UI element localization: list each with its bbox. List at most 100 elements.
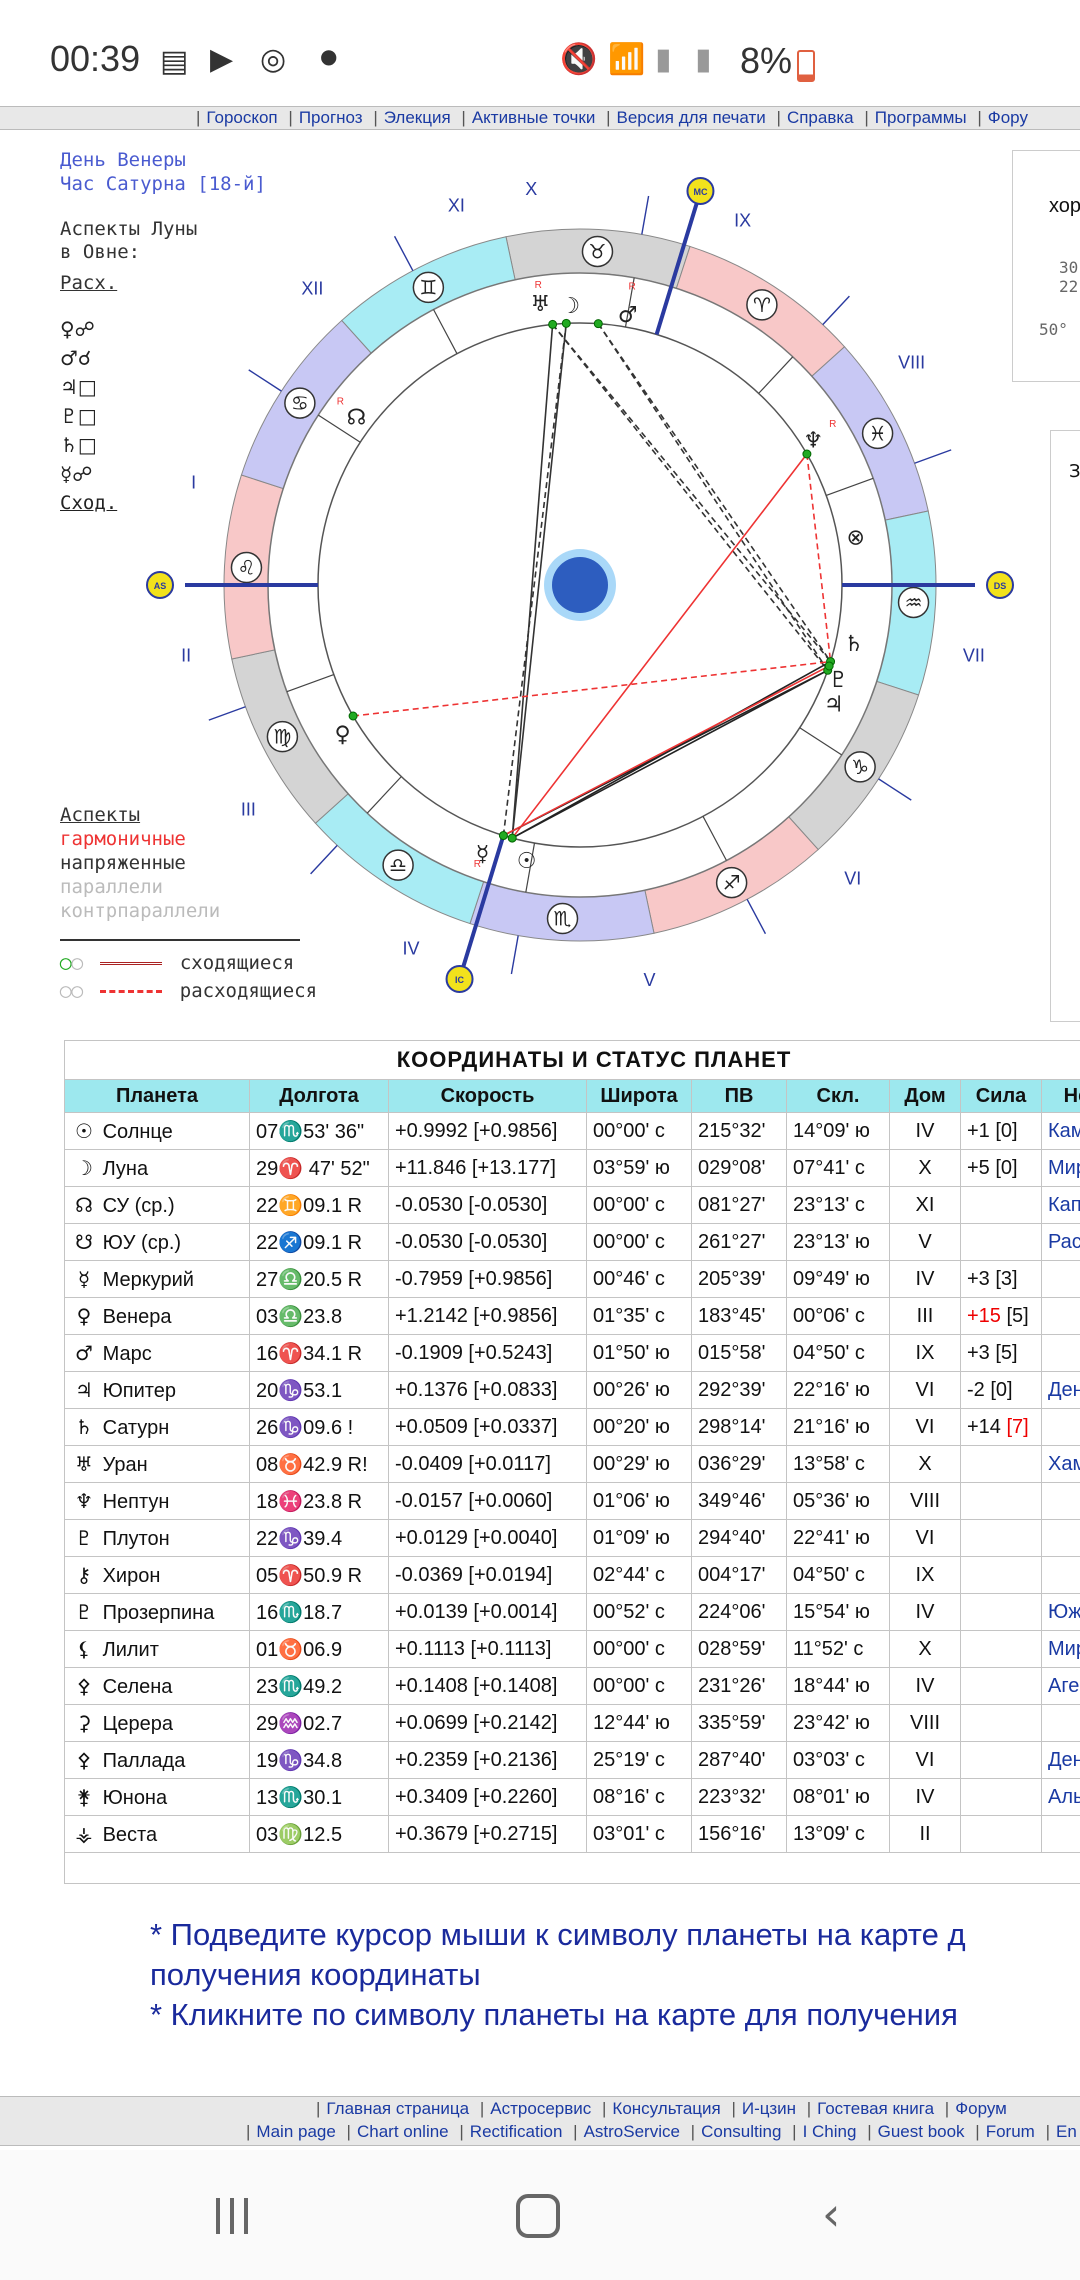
zodiac-sign-icon[interactable]: ♊ (419, 275, 437, 299)
fixed-star-link[interactable]: Камба (1041, 1112, 1080, 1150)
latitude-cell: 00°00' с (586, 1186, 692, 1224)
menu-programs[interactable]: Программы (875, 108, 967, 127)
footer-guestbook[interactable]: Guest book (878, 2122, 965, 2141)
menu-forecast[interactable]: Прогноз (299, 108, 363, 127)
fixed-star-link[interactable]: Хамал (1041, 1445, 1080, 1483)
fixed-star-link[interactable]: Альфе (1041, 1778, 1080, 1816)
planet-cell[interactable]: ☉ Солнце (64, 1112, 250, 1150)
fixed-star-link[interactable] (1041, 1519, 1080, 1557)
planet-cell[interactable]: ♇ Плутон (64, 1519, 250, 1557)
planet-cell[interactable]: ♂ Марс (64, 1334, 250, 1372)
planet-saturn-icon[interactable]: ♄ (844, 632, 864, 657)
menu-forum[interactable]: Фору (988, 108, 1028, 127)
planet-cell[interactable]: ⚷ Хирон (64, 1556, 250, 1594)
menu-horoscope[interactable]: Гороскоп (206, 108, 277, 127)
planet-cell[interactable]: ⚵ Юнона (64, 1778, 250, 1816)
planet-jupiter-icon[interactable]: ♃ (824, 692, 844, 717)
planet-moon-icon[interactable]: ☽ (560, 294, 580, 319)
table-row: ⚸ Лилит 01♉06.9 +0.1113 [+0.1113] 00°00' с0… (64, 1630, 1080, 1668)
home-button[interactable] (516, 2194, 560, 2238)
planet-sun-icon[interactable]: ☉ (517, 849, 537, 874)
footer-consulting[interactable]: Consulting (701, 2122, 781, 2141)
planet-cell[interactable]: ⚳ Церера (64, 1704, 250, 1742)
planet-glyph-icon: ♇ (75, 1599, 93, 1624)
footer-iching[interactable]: I Ching (803, 2122, 857, 2141)
recent-apps-button[interactable] (212, 2198, 252, 2234)
fixed-star-link[interactable] (1041, 1815, 1080, 1853)
planet-cell[interactable]: ☋ ЮУ (ср.) (64, 1223, 250, 1261)
zodiac-sign-icon[interactable]: ♑ (851, 755, 869, 779)
zodiac-sign-icon[interactable]: ♋ (291, 391, 309, 415)
footer-rectification[interactable]: Rectification (470, 2122, 563, 2141)
zodiac-sign-icon[interactable]: ♌ (237, 556, 255, 580)
fixed-star-link[interactable]: Денеб (1041, 1741, 1080, 1779)
zodiac-sign-icon[interactable]: ♎ (389, 853, 407, 877)
planet-cell[interactable]: ☿ Меркурий (64, 1260, 250, 1298)
power-cell: -2 [0] (960, 1371, 1042, 1409)
back-button[interactable]: ‹ (822, 2191, 840, 2237)
zodiac-sign-icon[interactable]: ♓ (869, 421, 887, 445)
planet-mars-icon[interactable]: ♂ (618, 303, 638, 328)
pv-cell: 015°58' (691, 1334, 787, 1372)
menu-print-version[interactable]: Версия для печати (617, 108, 766, 127)
footer-iching-ru[interactable]: И-цзин (742, 2099, 796, 2118)
zodiac-sign-icon[interactable]: ♈ (753, 293, 771, 317)
planet-cell[interactable]: ⚶ Веста (64, 1815, 250, 1853)
zodiac-sign-icon[interactable]: ♐ (723, 871, 741, 895)
footer-en[interactable]: En (1056, 2122, 1077, 2141)
planet-cell[interactable]: ⚸ Лилит (64, 1630, 250, 1668)
menu-help[interactable]: Справка (787, 108, 854, 127)
planet-cell[interactable]: ♅ Уран (64, 1445, 250, 1483)
planet-venus-icon[interactable]: ♀ (334, 722, 350, 747)
zodiac-sign-icon[interactable]: ♉ (589, 239, 607, 263)
planet-cell[interactable]: ♃ Юпитер (64, 1371, 250, 1409)
zodiac-sign-icon[interactable]: ♍ (273, 725, 291, 749)
fixed-star-link[interactable]: Мирах (1041, 1630, 1080, 1668)
pv-cell: 215°32' (691, 1112, 787, 1150)
fixed-star-link[interactable] (1041, 1482, 1080, 1520)
footer-main-page-ru[interactable]: Главная страница (326, 2099, 469, 2118)
planet-node-icon[interactable]: ☊ (347, 405, 367, 430)
fixed-star-link[interactable] (1041, 1334, 1080, 1372)
planet-cell[interactable]: ♇ Прозерпина (64, 1593, 250, 1631)
planet-pluto-icon[interactable]: ♇ (829, 668, 849, 693)
planet-cell[interactable]: ☊ СУ (ср.) (64, 1186, 250, 1224)
footer-main-page[interactable]: Main page (256, 2122, 335, 2141)
footer-consulting-ru[interactable]: Консультация (612, 2099, 720, 2118)
declination-cell: 15°54' ю (786, 1593, 890, 1631)
fixed-star-link[interactable]: Денеб (1041, 1371, 1080, 1409)
planet-neptune-icon[interactable]: ♆ (803, 428, 823, 453)
footer-chart-online[interactable]: Chart online (357, 2122, 449, 2141)
planet-cell[interactable]: ⚴ Паллада (64, 1741, 250, 1779)
menu-election[interactable]: Элекция (384, 108, 451, 127)
footer-forum-ru[interactable]: Форум (955, 2099, 1007, 2118)
fixed-star-link[interactable]: Капел (1041, 1186, 1080, 1224)
fixed-star-link[interactable]: Южна (1041, 1593, 1080, 1631)
planet-cell[interactable]: ♆ Нептун (64, 1482, 250, 1520)
footer-astroservice-ru[interactable]: Астросервис (490, 2099, 591, 2118)
menu-active-points[interactable]: Активные точки (472, 108, 596, 127)
fixed-star-link[interactable]: Агена (1041, 1667, 1080, 1705)
footer-forum[interactable]: Forum (986, 2122, 1035, 2141)
footer-guestbook-ru[interactable]: Гостевая книга (817, 2099, 934, 2118)
planet-uranus-icon[interactable]: ♅ (530, 292, 550, 317)
planet-glyph-icon: ♆ (75, 1488, 93, 1513)
fixed-star-link[interactable] (1041, 1704, 1080, 1742)
fixed-star-link[interactable] (1041, 1297, 1080, 1335)
fixed-star-link[interactable]: Мирах (1041, 1149, 1080, 1187)
zodiac-sign-icon[interactable]: ♏ (554, 907, 572, 931)
earth-globe-icon[interactable] (552, 557, 608, 613)
declination-cell: 11°52' с (786, 1630, 890, 1668)
planet-cell[interactable]: ♄ Сатурн (64, 1408, 250, 1446)
natal-chart[interactable]: ♉♈♓♒♑♐♏♎♍♌♋♊XIXVIIIVIIVIVIVIIIIIIXIIXIAS… (140, 170, 1020, 1010)
fixed-star-link[interactable]: Расал (1041, 1223, 1080, 1261)
planet-cell[interactable]: ⚴ Селена (64, 1667, 250, 1705)
planet-cell[interactable]: ♀ Венера (64, 1297, 250, 1335)
zodiac-sign-icon[interactable]: ♒ (905, 590, 923, 614)
footer-astroservice[interactable]: AstroService (584, 2122, 680, 2141)
planet-part-icon[interactable]: ⊗ (847, 525, 865, 550)
fixed-star-link[interactable] (1041, 1556, 1080, 1594)
fixed-star-link[interactable] (1041, 1408, 1080, 1446)
fixed-star-link[interactable] (1041, 1260, 1080, 1298)
planet-cell[interactable]: ☽ Луна (64, 1149, 250, 1187)
